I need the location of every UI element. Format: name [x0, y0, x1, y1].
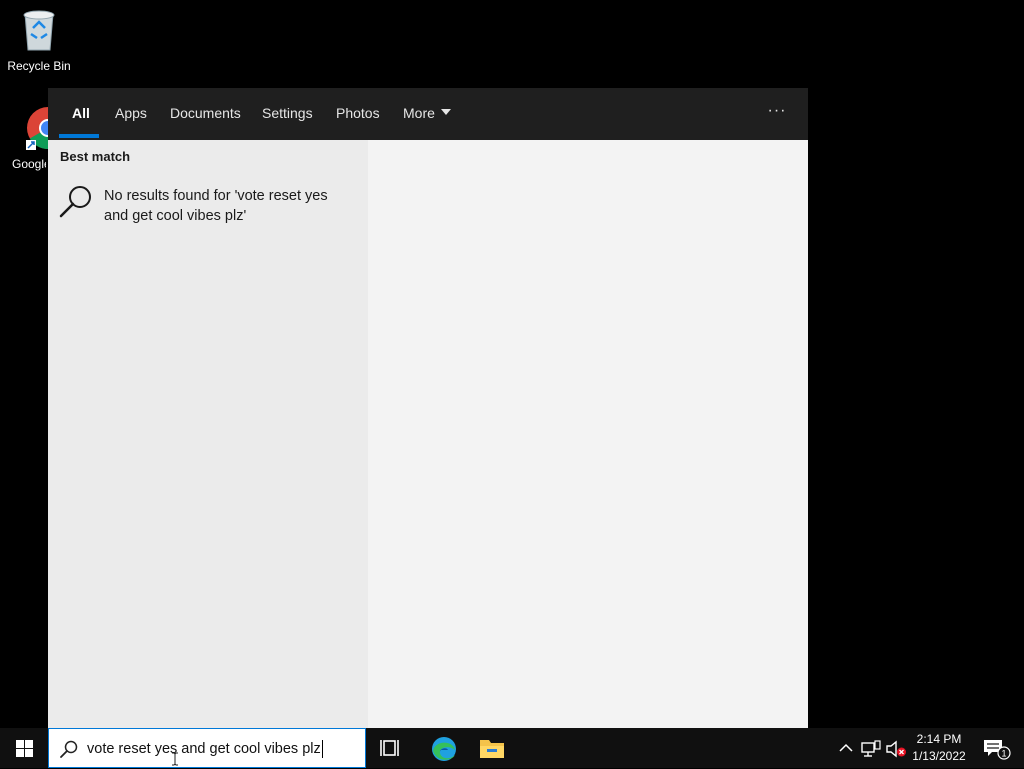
results-pane: Best match No results found for 'vote re…	[48, 140, 368, 728]
notification-icon: 1	[984, 740, 1011, 760]
taskbar: vote reset yes and get cool vibes plz 2:…	[0, 728, 1024, 768]
tab-more[interactable]: More	[403, 88, 451, 140]
tab-all-label: All	[72, 105, 90, 121]
no-results-message: No results found for 'vote reset yes and…	[104, 188, 328, 224]
network-button[interactable]	[860, 728, 882, 768]
tab-settings[interactable]: Settings	[262, 88, 313, 140]
preview-pane	[368, 140, 808, 728]
mouse-ibeam-cursor	[172, 752, 178, 766]
search-scope-bar: All Apps Documents Settings Photos More …	[48, 88, 808, 140]
tab-photos[interactable]: Photos	[336, 88, 380, 140]
text-cursor	[321, 740, 323, 759]
chrome-label: Google Chrome	[12, 157, 46, 171]
task-view-button[interactable]	[368, 728, 416, 768]
search-input[interactable]: vote reset yes and get cool vibes plz	[87, 729, 323, 767]
desktop-icon-recycle-bin[interactable]: Recycle Bin	[1, 8, 77, 73]
active-tab-indicator	[59, 134, 99, 138]
clock[interactable]: 2:14 PM 1/13/2022	[906, 731, 972, 765]
clock-date: 1/13/2022	[912, 749, 966, 763]
search-icon	[58, 184, 94, 225]
volume-button[interactable]	[884, 728, 908, 768]
tab-settings-label: Settings	[262, 105, 313, 121]
tab-apps-label: Apps	[115, 105, 147, 121]
tab-apps[interactable]: Apps	[115, 88, 147, 140]
chevron-up-icon	[839, 743, 853, 752]
start-button[interactable]	[0, 728, 48, 768]
search-icon	[59, 739, 79, 764]
search-flyout: All Apps Documents Settings Photos More …	[48, 88, 808, 728]
tab-documents[interactable]: Documents	[170, 88, 241, 140]
tab-photos-label: Photos	[336, 105, 380, 121]
recycle-bin-label: Recycle Bin	[7, 59, 71, 73]
clock-time: 2:14 PM	[916, 732, 962, 746]
recycle-bin-icon	[1, 8, 77, 55]
caret-down-icon	[440, 109, 451, 116]
tab-more-label: More	[403, 105, 435, 121]
file-explorer-icon	[480, 740, 504, 758]
more-options-button[interactable]: ···	[762, 88, 792, 140]
file-explorer-button[interactable]	[467, 728, 515, 768]
best-match-heading: Best match	[60, 149, 131, 164]
notification-count: 1	[1001, 749, 1006, 759]
task-view-icon	[380, 740, 399, 756]
action-center-button[interactable]: 1	[978, 728, 1018, 768]
volume-muted-icon	[886, 740, 906, 758]
show-hidden-icons-button[interactable]	[836, 728, 856, 768]
tab-all[interactable]: All	[59, 88, 99, 140]
edge-button[interactable]	[419, 728, 467, 768]
network-icon	[861, 740, 881, 757]
edge-icon	[432, 737, 456, 761]
taskbar-search-box[interactable]: vote reset yes and get cool vibes plz	[48, 728, 366, 768]
tab-documents-label: Documents	[170, 105, 241, 121]
windows-logo-icon	[16, 740, 33, 757]
search-query-text: vote reset yes and get cool vibes plz	[87, 741, 321, 757]
